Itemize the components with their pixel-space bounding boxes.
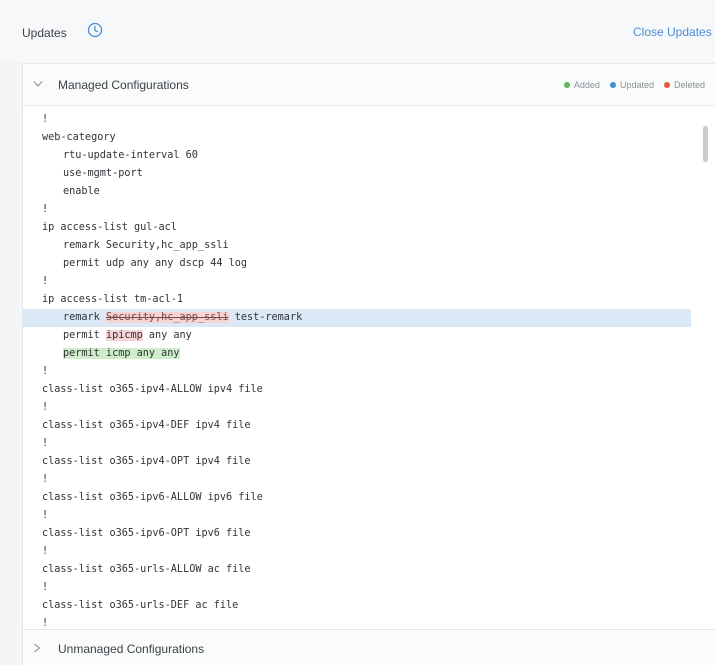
config-line: class-list o365-urls-ALLOW ac file (42, 564, 251, 575)
config-line: ! (42, 474, 49, 485)
config-line: ! (42, 618, 49, 628)
managed-configurations-header[interactable]: Managed Configurations Added Updated Del… (23, 64, 715, 106)
unmanaged-configurations-header[interactable]: Unmanaged Configurations (23, 629, 715, 665)
config-line: ! (42, 438, 49, 449)
config-line: ! (42, 204, 49, 215)
updates-title: Updates (22, 26, 67, 40)
legend-updated: Updated (609, 80, 654, 90)
added-text: test-remark (228, 312, 303, 323)
config-line: ! (42, 366, 49, 377)
legend-updated-label: Updated (619, 80, 654, 90)
added-text: permit icmp any any (63, 348, 180, 359)
chevron-right-icon[interactable] (33, 643, 41, 653)
info-icon[interactable] (87, 22, 103, 38)
config-line: remark Security,hc_app_ssli test-remark (23, 309, 691, 327)
deleted-text: Security,hc_app_ssli (105, 312, 229, 323)
close-updates-link[interactable]: Close Updates (633, 25, 713, 39)
line-prefix: remark (63, 312, 106, 323)
config-line: ip access-list gul-acl (42, 222, 177, 233)
config-line: permit udp any any dscp 44 log (63, 258, 248, 269)
updates-header: Updates Close Updates (0, 0, 715, 62)
line-prefix: permit (63, 330, 106, 341)
legend-deleted-label: Deleted (673, 80, 705, 90)
config-line: permit ipicmp any any (23, 327, 691, 345)
line-suffix: any any (142, 330, 192, 341)
config-line: class-list o365-ipv4-ALLOW ipv4 file (42, 384, 263, 395)
managed-configurations-title: Managed Configurations (58, 78, 189, 92)
legend-deleted: Deleted (663, 80, 705, 90)
config-line: ! (42, 510, 49, 521)
config-line: ! (42, 402, 49, 413)
config-line: permit icmp any any (23, 345, 691, 363)
config-line: ! (42, 546, 49, 557)
config-line: ! (42, 114, 49, 125)
config-line: remark Security,hc_app_ssli (63, 240, 229, 251)
config-line: class-list o365-ipv4-OPT ipv4 file (42, 456, 251, 467)
config-code-view[interactable]: ! web-category rtu-update-interval 60 use-m… (23, 106, 715, 628)
config-line: class-list o365-ipv6-ALLOW ipv6 file (42, 492, 263, 503)
diff-legend: Added Updated Deleted (563, 80, 705, 90)
deleted-dot (663, 82, 670, 88)
deleted-text: ipicmp (105, 330, 143, 341)
unmanaged-configurations-title: Unmanaged Configurations (58, 642, 205, 656)
config-line: class-list o365-ipv4-DEF ipv4 file (42, 420, 251, 431)
chevron-down-icon[interactable] (33, 80, 43, 88)
config-line: ! (42, 582, 49, 593)
config-line: ! (42, 276, 49, 287)
config-line: enable (63, 186, 100, 197)
legend-added-label: Added (573, 80, 600, 90)
config-line: ip access-list tm-acl-1 (42, 294, 184, 305)
added-dot (563, 82, 570, 88)
config-line: rtu-update-interval 60 (63, 150, 198, 161)
legend-added: Added (563, 80, 600, 90)
vertical-scrollbar[interactable] (703, 126, 708, 162)
config-line: use-mgmt-port (63, 168, 143, 179)
config-line: class-list o365-ipv6-OPT ipv6 file (42, 528, 251, 539)
config-line: class-list o365-urls-DEF ac file (42, 600, 239, 611)
config-line: web-category (42, 132, 116, 143)
updated-dot (609, 82, 616, 88)
managed-configurations-panel: Managed Configurations Added Updated Del… (22, 63, 715, 665)
